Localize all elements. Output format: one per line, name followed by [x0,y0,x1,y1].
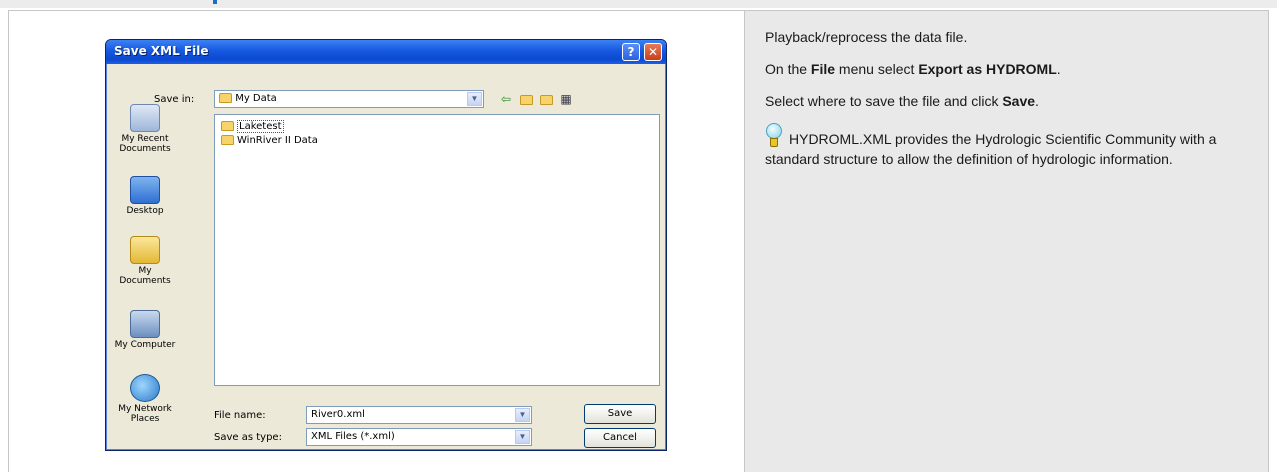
save-in-value: My Data [235,93,277,104]
places-bar: My Recent Documents Desktop My Documents… [112,104,178,444]
save-in-combo[interactable]: My Data ▼ [214,90,484,108]
dialog-title: Save XML File [114,44,209,58]
folder-icon [221,135,234,145]
cancel-button[interactable]: Cancel [584,428,656,448]
text: . [1035,93,1039,109]
instruction-step-2: On the File menu select Export as HYDROM… [765,59,1248,79]
place-label: My Recent Documents [119,134,171,154]
tip-note: HYDROML.XML provides the Hydrologic Scie… [765,123,1248,169]
folder-name: Laketest [237,120,284,133]
my-computer-icon [130,310,160,338]
chevron-down-icon[interactable]: ▼ [515,408,530,422]
text: . [1056,61,1061,77]
place-label: My Computer [114,340,176,350]
menu-item-name: Export as HYDROML [918,61,1057,77]
save-xml-dialog: Save XML File ? ✕ Save in: My Data ▼ ⇦ ▦… [105,39,667,451]
save-button[interactable]: Save [584,404,656,424]
new-folder-icon[interactable] [538,92,554,106]
instruction-step-3: Select where to save the file and click … [765,91,1248,111]
top-strip [0,0,1277,8]
place-label: My Documents [119,266,171,286]
file-name-value: River0.xml [311,409,365,420]
save-as-type-label: Save as type: [214,432,282,443]
back-arrow-icon[interactable]: ⇦ [498,92,514,106]
list-item[interactable]: Laketest [221,120,284,133]
recent-documents-icon [130,104,160,132]
network-places-icon [130,374,160,402]
place-my-documents[interactable]: My Documents [112,236,178,286]
instructions-cell: Playback/reprocess the data file. On the… [745,11,1268,472]
close-button[interactable]: ✕ [644,43,662,61]
up-folder-icon[interactable] [518,92,534,106]
folder-icon [219,93,232,103]
screenshot-cell: Save XML File ? ✕ Save in: My Data ▼ ⇦ ▦… [9,11,745,472]
list-item[interactable]: WinRiver II Data [221,135,318,146]
text: Select where to save the file and click [765,93,1003,109]
content-table: Save XML File ? ✕ Save in: My Data ▼ ⇦ ▦… [8,10,1269,472]
instruction-step-1: Playback/reprocess the data file. [765,29,968,45]
place-my-computer[interactable]: My Computer [112,310,178,350]
desktop-icon [130,176,160,204]
place-label: Desktop [126,206,164,216]
place-desktop[interactable]: Desktop [112,176,178,216]
text: On the [765,61,811,77]
folder-icon [221,121,234,131]
file-name-label: File name: [214,410,266,421]
chevron-down-icon[interactable]: ▼ [467,92,482,106]
tip-text: HYDROML.XML provides the Hydrologic Scie… [765,131,1217,167]
place-recent-documents[interactable]: My Recent Documents [112,104,178,154]
text: menu select [835,61,919,77]
save-as-type-select[interactable]: XML Files (*.xml) ▼ [306,428,532,446]
menu-name: File [810,61,836,77]
views-menu-icon[interactable]: ▦ [558,92,574,106]
save-as-type-value: XML Files (*.xml) [311,431,395,442]
heading-accent [213,0,217,4]
button-name: Save [1002,93,1036,109]
place-network[interactable]: My Network Places [112,374,178,424]
folder-name: WinRiver II Data [237,135,318,146]
place-label: My Network Places [118,404,172,424]
dialog-titlebar[interactable]: Save XML File ? ✕ [106,40,666,64]
my-documents-icon [130,236,160,264]
help-button[interactable]: ? [622,43,640,61]
lightbulb-icon [765,123,783,149]
file-name-field[interactable]: River0.xml ▼ [306,406,532,424]
chevron-down-icon[interactable]: ▼ [515,430,530,444]
file-list[interactable]: Laketest WinRiver II Data [214,114,660,386]
